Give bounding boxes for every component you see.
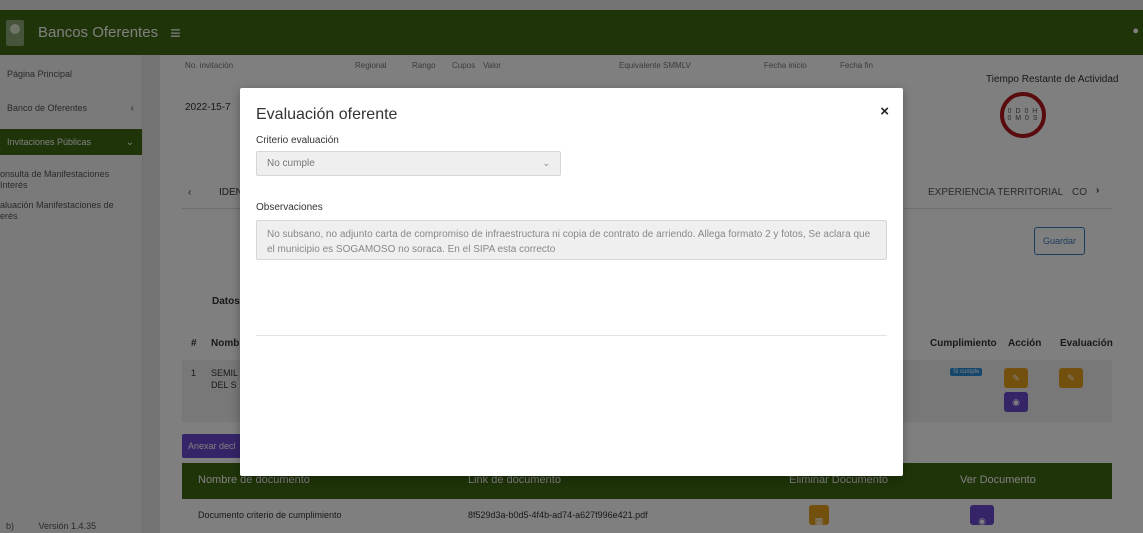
modal-divider — [256, 335, 887, 336]
criterio-select[interactable]: No cumple ⌄ — [256, 151, 561, 176]
criterio-selected-value: No cumple — [267, 158, 315, 169]
close-button[interactable]: × — [880, 103, 889, 120]
observaciones-label: Observaciones — [256, 202, 323, 213]
evaluation-modal: Evaluación oferente × Criterio evaluació… — [240, 88, 903, 476]
chevron-down-icon: ⌄ — [542, 158, 550, 168]
criterio-label: Criterio evaluación — [256, 135, 339, 146]
modal-title: Evaluación oferente — [256, 106, 398, 123]
close-icon: × — [880, 103, 889, 120]
observaciones-textarea[interactable]: No subsano, no adjunto carta de compromi… — [256, 220, 887, 260]
